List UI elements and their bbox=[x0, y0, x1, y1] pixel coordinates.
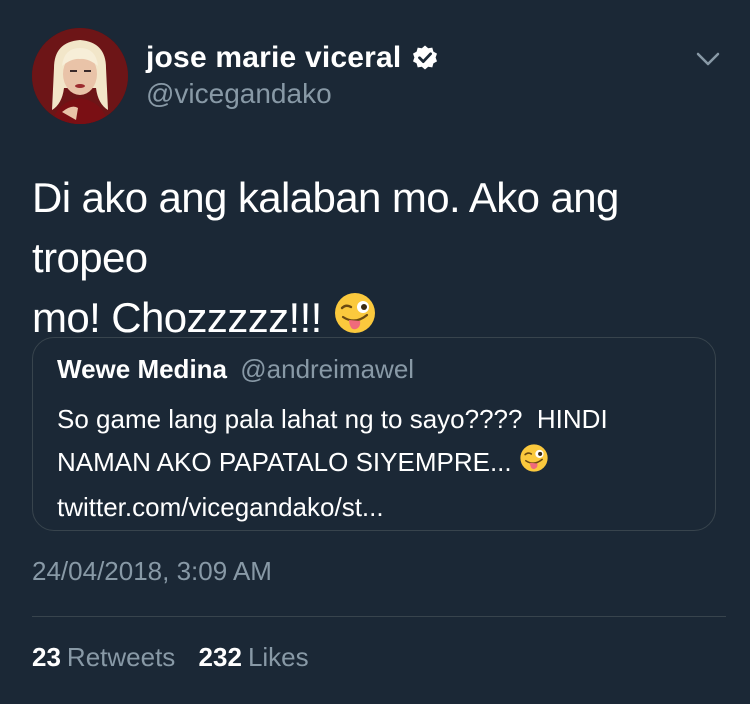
avatar[interactable] bbox=[32, 28, 128, 124]
divider bbox=[32, 616, 726, 617]
quoted-tweet-text: So game lang pala lahat ng to sayo???? H… bbox=[57, 398, 697, 529]
quoted-text-line-2: NAMAN AKO PAPATALO SIYEMPRE... bbox=[57, 447, 519, 477]
likes-label: Likes bbox=[247, 642, 309, 672]
tweet-timestamp[interactable]: 24/04/2018, 3:09 AM bbox=[32, 556, 272, 587]
retweets-label: Retweets bbox=[66, 642, 176, 672]
quoted-tweet-header: Wewe Medina @andreimawel bbox=[57, 354, 414, 385]
quoted-tweet-link[interactable]: twitter.com/vicegandako/st... bbox=[57, 492, 384, 522]
quoted-author-name: Wewe Medina bbox=[57, 354, 228, 384]
avatar-image bbox=[32, 28, 128, 124]
winking-face-with-tongue-emoji bbox=[519, 443, 549, 486]
author-handle[interactable]: @vicegandako bbox=[146, 78, 332, 110]
likes-count: 232 bbox=[198, 642, 242, 672]
quoted-author-handle: @andreimawel bbox=[240, 354, 415, 384]
tweet-text-line-2: mo! Chozzzzz!!! bbox=[32, 294, 322, 341]
quoted-text-line-1: So game lang pala lahat ng to sayo???? H… bbox=[57, 404, 608, 434]
tweet-stats: 23 Retweets 232 Likes bbox=[32, 642, 309, 673]
tweet-text: Di ako ang kalaban mo. Ako ang tropeo mo… bbox=[32, 168, 722, 351]
retweets-stat[interactable]: 23 Retweets bbox=[32, 642, 175, 673]
author-name-row: jose marie viceral bbox=[146, 38, 439, 78]
quoted-tweet[interactable]: Wewe Medina @andreimawel So game lang pa… bbox=[32, 337, 716, 531]
tweet-text-line-1: Di ako ang kalaban mo. Ako ang tropeo bbox=[32, 174, 619, 281]
author-display-name[interactable]: jose marie viceral bbox=[146, 41, 401, 75]
likes-stat[interactable]: 232 Likes bbox=[199, 642, 309, 673]
tweet-card: jose marie viceral @vicegandako Di ako a… bbox=[0, 0, 750, 704]
retweets-count: 23 bbox=[32, 642, 61, 672]
verified-badge-icon bbox=[411, 44, 439, 72]
chevron-down-icon[interactable] bbox=[694, 48, 722, 70]
